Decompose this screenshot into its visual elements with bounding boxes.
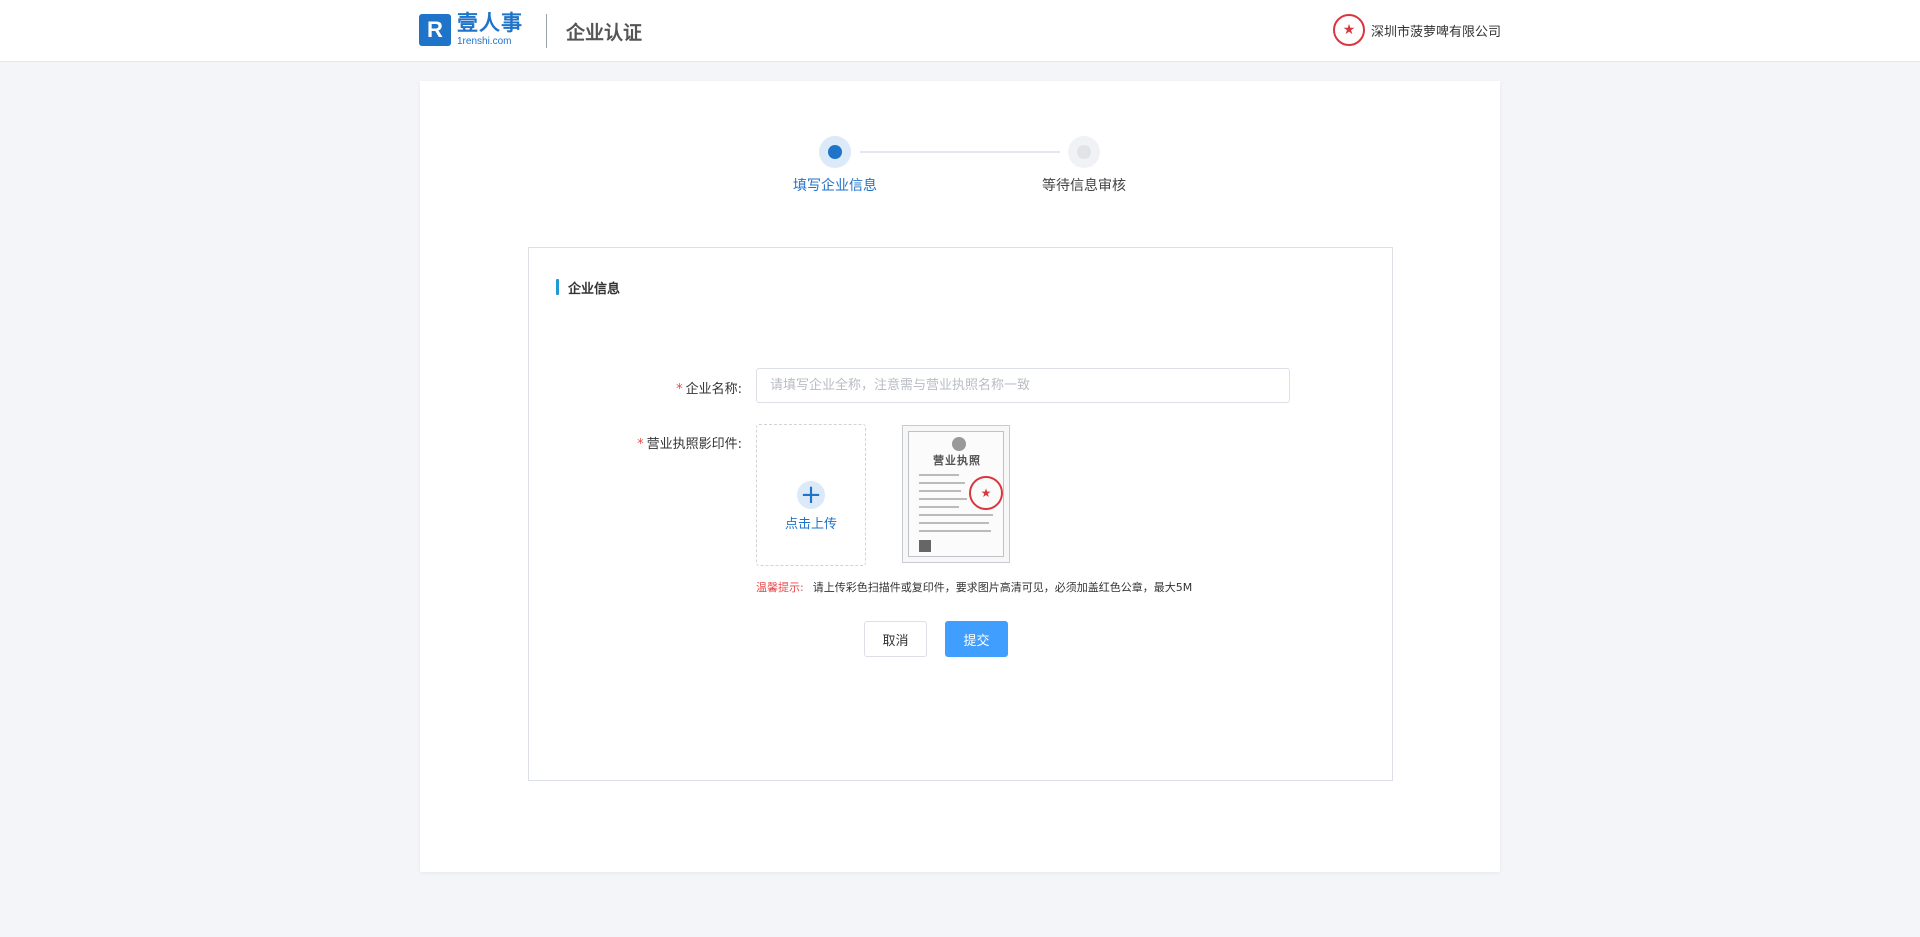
- seal-icon: ★: [1332, 14, 1365, 46]
- company-name-label: * 企业名称:: [676, 382, 742, 397]
- header-divider: [546, 14, 547, 48]
- qr-code-icon: [919, 540, 931, 552]
- submit-button[interactable]: 提交: [945, 621, 1008, 657]
- section-title-text: 企业信息: [568, 281, 621, 297]
- upload-hint: 温馨提示: 请上传彩色扫描件或复印件，要求图片高清可见，必须加盖红色公章，最大5M: [756, 579, 1192, 595]
- logo[interactable]: R 壹人事 1renshi.com: [419, 12, 523, 48]
- logo-domain: 1renshi.com: [457, 36, 512, 47]
- cancel-button[interactable]: 取消: [864, 621, 927, 657]
- steps: 填写企业信息 等待信息审核: [420, 81, 1500, 211]
- company-name-input[interactable]: [756, 368, 1290, 403]
- company-name: 深圳市菠萝啤有限公司: [1370, 24, 1501, 40]
- plus-icon: +: [797, 480, 825, 509]
- company-info[interactable]: ★ 深圳市菠萝啤有限公司: [1332, 12, 1501, 48]
- required-mark: *: [676, 382, 683, 397]
- license-sample-title: 营业执照: [933, 454, 981, 467]
- main-card: 填写企业信息 等待信息审核 企业信息 *企业名称: *营业执照影印件: + 点击…: [420, 81, 1500, 872]
- step-1-label: 填写企业信息: [793, 178, 877, 194]
- step-connector: [860, 151, 1060, 153]
- step-2-label: 等待信息审核: [1042, 178, 1126, 194]
- step-2-indicator: [1068, 136, 1100, 168]
- page-title: 企业认证: [566, 22, 643, 44]
- section-marker: [556, 279, 559, 295]
- top-bar: R 壹人事 1renshi.com 企业认证 ★ 深圳市菠萝啤有限公司: [0, 0, 1920, 62]
- required-mark: *: [637, 437, 644, 452]
- logo-icon: R: [419, 14, 451, 46]
- red-seal-icon: ★: [969, 476, 1003, 510]
- section-title: 企业信息: [556, 279, 621, 297]
- emblem-icon: [952, 437, 966, 451]
- upload-label: 点击上传: [784, 516, 837, 532]
- logo-name: 壹人事: [457, 11, 523, 35]
- hint-text: 请上传彩色扫描件或复印件，要求图片高清可见，必须加盖红色公章，最大5M: [812, 581, 1193, 594]
- company-info-form: 企业信息 *企业名称: *营业执照影印件: + 点击上传 营业执照: [528, 247, 1393, 781]
- upload-button[interactable]: + 点击上传: [756, 424, 866, 566]
- step-1-indicator: [819, 136, 851, 168]
- license-label: * 营业执照影印件:: [637, 437, 742, 452]
- license-sample-image[interactable]: 营业执照 ★: [902, 425, 1010, 563]
- hint-label: 温馨提示:: [756, 581, 804, 594]
